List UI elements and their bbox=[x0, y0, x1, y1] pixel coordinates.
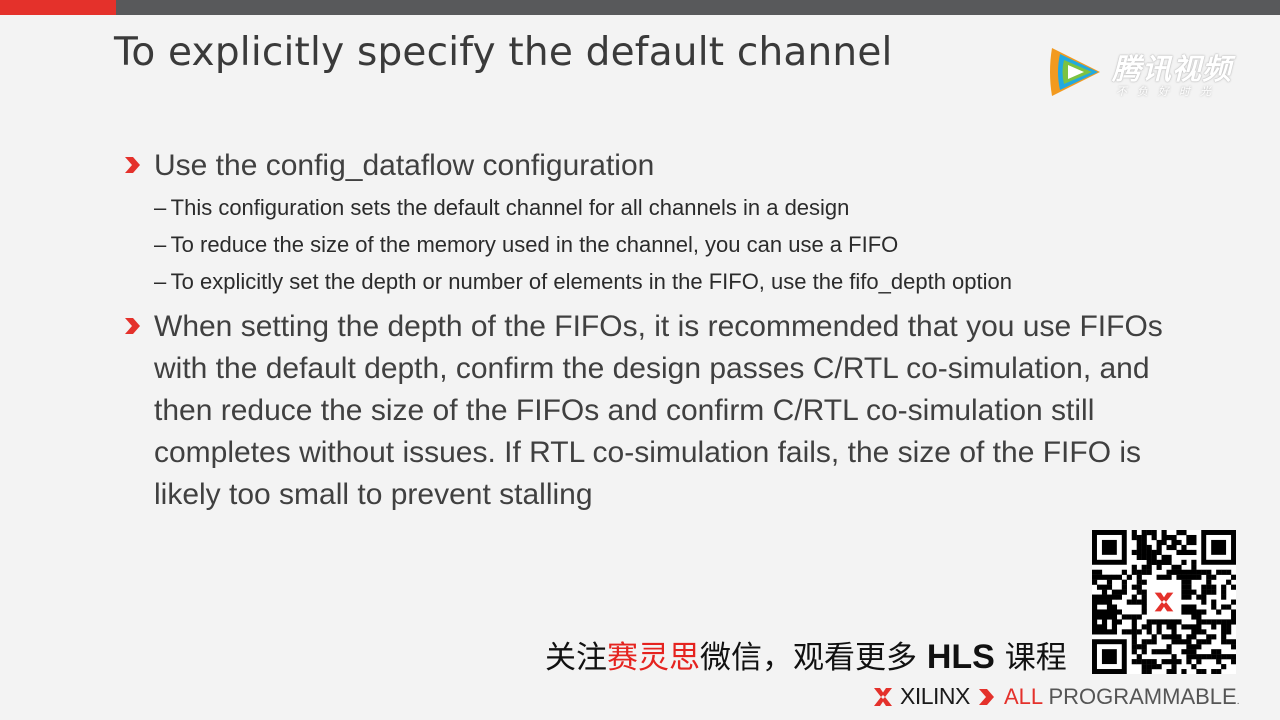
chevron-bullet-icon bbox=[125, 157, 140, 173]
promo-part-1: 关注 bbox=[545, 640, 607, 676]
trademark-mark: . bbox=[1236, 696, 1240, 707]
chevron-separator-icon bbox=[979, 689, 994, 705]
bullet-2-text: When setting the depth of the FIFOs, it … bbox=[154, 310, 1163, 511]
xilinx-brand: XILINX bbox=[900, 683, 970, 709]
promo-xilinx-cn: 赛灵思 bbox=[607, 640, 700, 676]
tencent-video-play-icon bbox=[1050, 48, 1100, 96]
bullet-1-subitems: – This configuration sets the default ch… bbox=[154, 189, 1202, 300]
top-bar-accent bbox=[0, 0, 116, 15]
tencent-video-slogan: 不负好时光 bbox=[1116, 85, 1221, 98]
slide-title: To explicitly specify the default channe… bbox=[114, 30, 893, 75]
all-programmable-tagline: ALL PROGRAMMABLE. bbox=[1004, 684, 1239, 710]
chevron-bullet-icon bbox=[125, 318, 140, 334]
sub-item: – To explicitly set the depth or number … bbox=[154, 269, 1012, 294]
bullet-1-text: Use the config_dataflow configuration bbox=[154, 149, 655, 182]
tagline-all: ALL bbox=[1004, 684, 1043, 709]
top-bar bbox=[0, 0, 1280, 15]
tencent-video-watermark: 腾讯视频 不负好时光 bbox=[1046, 42, 1246, 102]
sub-item: – To reduce the size of the memory used … bbox=[154, 232, 899, 257]
tencent-video-name: 腾讯视频 bbox=[1112, 52, 1233, 86]
xilinx-x-icon bbox=[874, 688, 892, 706]
promo-part-3: 微信，观看更多 bbox=[700, 640, 927, 676]
tagline-rest: PROGRAMMABLE bbox=[1042, 684, 1237, 709]
wechat-qr-code bbox=[1092, 530, 1237, 675]
promo-hls: HLS bbox=[926, 638, 995, 676]
promo-part-5: 课程 bbox=[994, 640, 1067, 676]
slide-body: Use the config_dataflow configuration – … bbox=[122, 145, 1202, 516]
sub-item: – This configuration sets the default ch… bbox=[154, 195, 850, 220]
bullet-2: When setting the depth of the FIFOs, it … bbox=[122, 306, 1202, 516]
promo-text: 关注赛灵思微信，观看更多 HLS 课程 bbox=[545, 632, 1067, 677]
bullet-1: Use the config_dataflow configuration bbox=[122, 145, 1202, 187]
qr-code-image bbox=[1092, 530, 1237, 675]
